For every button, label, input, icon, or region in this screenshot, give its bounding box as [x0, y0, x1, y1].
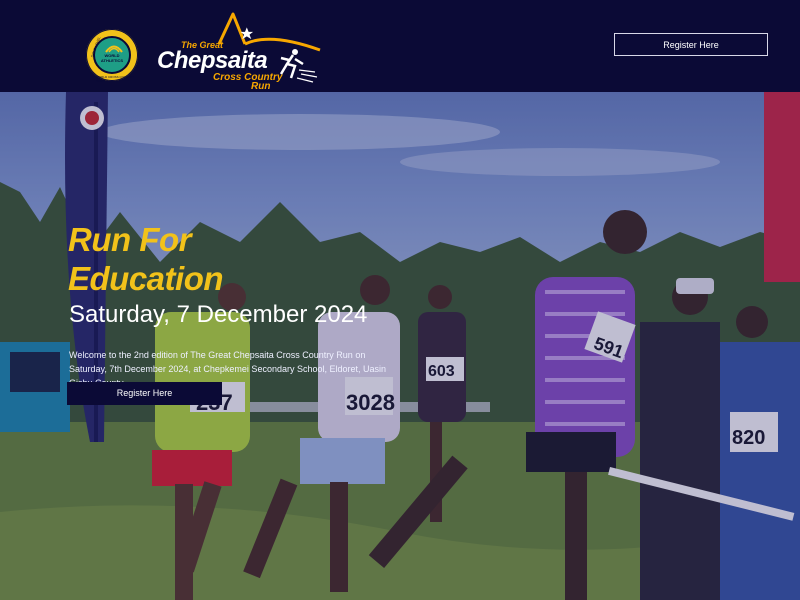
hero-date: Saturday, 7 December 2024	[69, 301, 368, 328]
world-athletics-badge-icon: WORLD ATHLETICS GOLD LEVEL WORLD CROSS C…	[86, 29, 138, 83]
hero-title-line1: Run For	[68, 221, 191, 258]
hero-overlay	[0, 92, 800, 600]
logo-main-text: Chepsaita	[157, 47, 268, 74]
hero-section: 237 3028 603 591 820 Run For Education S…	[0, 92, 800, 600]
logo-sub-text: Cross Country	[213, 72, 283, 83]
chepsaita-logo[interactable]: The Great Chepsaita Cross Country Run	[155, 10, 325, 92]
site-header: WORLD ATHLETICS GOLD LEVEL WORLD CROSS C…	[0, 0, 800, 92]
logo-run-text: Run	[251, 81, 271, 92]
hero-register-button[interactable]: Register Here	[67, 382, 222, 405]
header-register-button[interactable]: Register Here	[614, 33, 768, 56]
hero-title-line2: Education	[68, 260, 224, 297]
